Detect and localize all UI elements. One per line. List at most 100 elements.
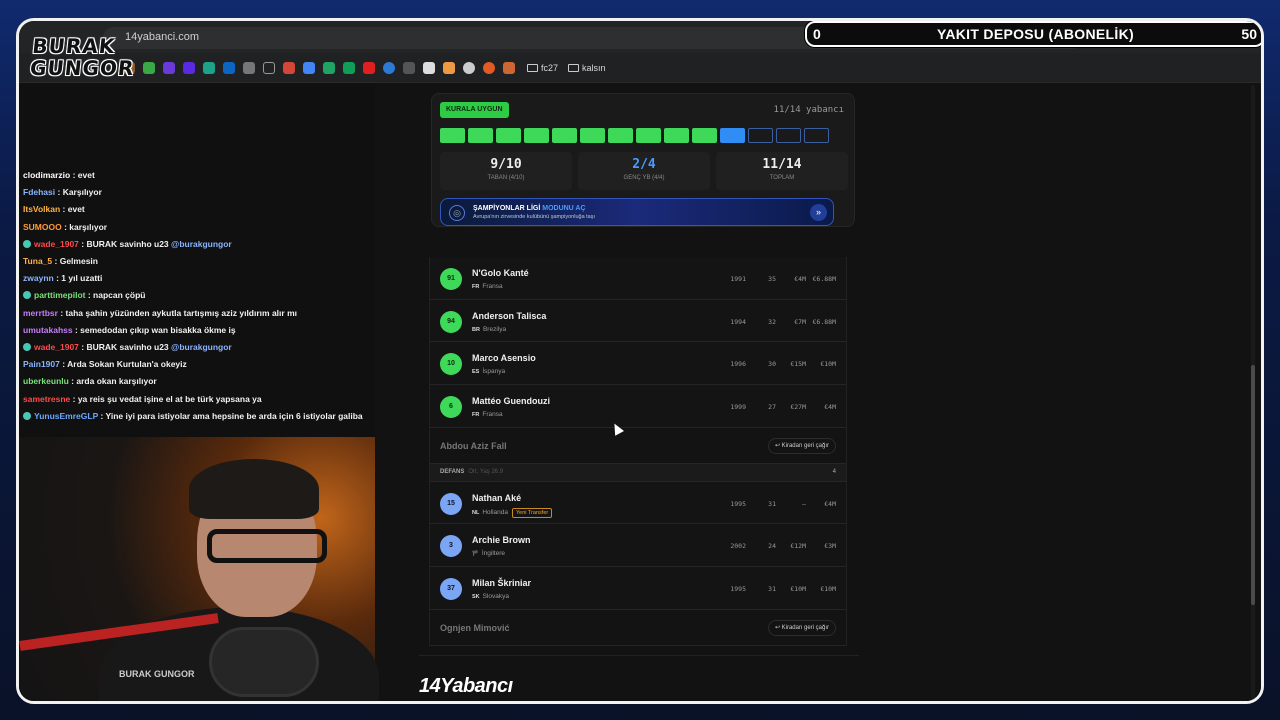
player-name[interactable]: Milan Škriniar <box>472 578 531 588</box>
chat-username[interactable]: sametresne <box>23 394 70 404</box>
chat-message: Tuna_5 : Gelmesin <box>23 256 98 267</box>
player-name[interactable]: Nathan Aké <box>472 493 521 503</box>
player-nationality: ES İspanya <box>472 368 506 376</box>
player-row[interactable]: 6 Mattéo Guendouzi FR Fransa 1999 27 €27M €4M <box>430 385 846 428</box>
chat-overlay: clodimarzio : evet Fdehasi : Karşılıyor It… <box>23 167 375 425</box>
chat-message: parttimepilot : napcan çöpü <box>23 287 375 304</box>
chat-username[interactable]: umutakahss <box>23 325 73 335</box>
chat-username[interactable]: uberkeunlu <box>23 376 69 386</box>
player-stats: 1996 30 €15M €10M <box>730 360 836 369</box>
player-name[interactable]: N'Golo Kanté <box>472 268 529 278</box>
bookmarks-bar: fc27 kalsın <box>19 53 1261 83</box>
chat-username[interactable]: zwaynn <box>23 273 54 283</box>
chat-mention[interactable]: @burakgungor <box>171 239 232 249</box>
chat-message: Fdehasi : Karşılıyor <box>23 187 102 198</box>
chat-text: Karşılıyor <box>62 187 102 198</box>
chat-text: karşılıyor <box>69 221 108 232</box>
stat-base: 9/10 TABAN (4/10) <box>440 152 572 190</box>
bookmark-icon[interactable] <box>363 61 375 74</box>
chat-username[interactable]: clodimarzio <box>23 170 70 180</box>
player-stats: 1999 27 €27M €4M <box>730 403 836 412</box>
bookmark-icon[interactable] <box>503 61 515 74</box>
microphone <box>209 627 319 697</box>
stats-row: 9/10 TABAN (4/10) 2/4 GENÇ YB (4/4) 11/1… <box>440 152 848 190</box>
globe-icon[interactable] <box>383 61 395 74</box>
chat-text: evet <box>77 170 95 180</box>
player-nationality: BR Brezilya <box>472 325 507 333</box>
chat-username[interactable]: merrtbsr <box>23 308 58 318</box>
bookmark-icon[interactable] <box>183 61 195 74</box>
bookmark-icon[interactable] <box>163 61 175 74</box>
docs-icon[interactable] <box>303 61 315 74</box>
chat-message: wade_1907 : BURAK savinho u23 @burakgung… <box>23 339 375 356</box>
player-name[interactable]: Anderson Talisca <box>472 311 546 321</box>
chat-message: clodimarzio : evet <box>23 170 95 180</box>
loaned-player-name: Ognjen Mimović <box>440 622 510 633</box>
chat-message: Pain1907 : Arda Sokan Kurtulan'a okeyiz <box>23 359 187 370</box>
squad-rules-panel: KURALA UYGUN 11/14 yabancı 9/10 TABAN (4… <box>431 93 855 227</box>
chat-username[interactable]: wade_1907 <box>34 342 79 352</box>
gmail-icon[interactable] <box>283 61 295 74</box>
chat-message: YunusEmreGLP : Yine iyi para istiyolar a… <box>23 408 375 425</box>
bookmark-folder-kalsin[interactable]: kalsın <box>568 63 606 73</box>
player-stats: 2002 24 €12M €3M <box>730 542 836 551</box>
player-row[interactable]: 10 Marco Asensio ES İspanya 1996 30 €15M €10M <box>430 342 846 386</box>
player-row[interactable]: 91 N'Golo Kanté FR Fransa 1991 35 €4M €6.88M <box>430 257 846 300</box>
sheets-icon[interactable] <box>343 61 355 74</box>
linkedin-icon[interactable] <box>223 61 235 74</box>
chat-username[interactable]: YunusEmreGLP <box>34 411 98 421</box>
stat-total: 11/14 TOPLAM <box>716 152 848 190</box>
player-name[interactable]: Marco Asensio <box>472 353 536 363</box>
chat-username[interactable]: Pain1907 <box>23 359 60 369</box>
badge-icon <box>23 239 31 248</box>
foreigner-slot <box>748 128 773 143</box>
chat-text: napcan çöpü <box>93 290 146 301</box>
bookmark-icon[interactable] <box>263 61 275 74</box>
scrollbar-thumb[interactable] <box>1251 365 1255 605</box>
hud-left-value: 0 <box>813 26 821 42</box>
recall-loan-button[interactable]: ↩ Kiradan geri çağır <box>767 437 836 454</box>
chat-username[interactable]: wade_1907 <box>34 239 79 249</box>
loaned-player-row: Abdou Aziz Fall ↩ Kiradan geri çağır <box>430 427 846 464</box>
foreigner-slot <box>720 128 745 143</box>
chat-username[interactable]: parttimepilot <box>34 290 85 300</box>
bookmark-folder-fc27[interactable]: fc27 <box>527 63 558 73</box>
bookmark-icon[interactable] <box>143 61 155 74</box>
drive-icon[interactable] <box>323 61 335 74</box>
bookmark-icon[interactable] <box>243 61 255 74</box>
shirt-number: 94 <box>440 310 462 333</box>
recall-loan-button[interactable]: ↩ Kiradan geri çağır <box>767 619 836 636</box>
chat-username[interactable]: Tuna_5 <box>23 256 52 266</box>
player-name[interactable]: Mattéo Guendouzi <box>472 396 550 406</box>
player-row[interactable]: 15 Nathan Aké NL Hollanda Yeni Transfer 1995 3… <box>430 481 846 525</box>
stat-young: 2/4 GENÇ YB (4/4) <box>578 152 710 190</box>
chat-message: sametresne : ya reis şu vedat işine el a… <box>23 393 262 404</box>
foreigner-slot <box>636 128 661 143</box>
badge-icon <box>23 291 31 300</box>
chat-username[interactable]: Fdehasi <box>23 187 55 197</box>
scrollbar[interactable] <box>1251 85 1255 701</box>
foreigner-slot <box>580 128 605 143</box>
bookmark-icon[interactable] <box>203 61 215 74</box>
champions-league-button[interactable]: ◎ ŞAMPİYONLAR LİGİ MODUNU AÇ Avrupa'nın … <box>440 198 834 226</box>
player-row[interactable]: 37 Milan Škriniar SK Slovakya 1995 31 €10M €10M <box>430 567 846 610</box>
chat-username[interactable]: ItsVolkan <box>23 204 60 214</box>
bookmark-icon[interactable] <box>443 61 455 74</box>
bookmark-icon[interactable] <box>403 61 415 74</box>
bookmark-icon[interactable] <box>463 61 475 74</box>
bookmark-icon[interactable] <box>423 61 435 74</box>
target-icon: ◎ <box>449 205 465 221</box>
player-stats: 1994 32 €7M €6.88M <box>730 317 836 326</box>
chat-mention[interactable]: @burakgungor <box>171 342 232 352</box>
player-row[interactable]: 94 Anderson Talisca BR Brezilya 1994 32 €7M €6.… <box>430 299 846 343</box>
chat-text: Yine iyi para istiyolar ama hepsine be a… <box>105 410 363 421</box>
bookmark-icon[interactable] <box>483 61 495 74</box>
chat-text: Gelmesin <box>59 256 98 267</box>
player-row[interactable]: 3 Archie Brown 🏴 İngiltere 2002 24 €12M €3M <box>430 524 846 568</box>
page-content: clodimarzio : evet Fdehasi : Karşılıyor It… <box>19 83 1261 701</box>
player-list: 91 N'Golo Kanté FR Fransa 1991 35 €4M €6.88M 94 A… <box>429 257 847 646</box>
chat-username[interactable]: SUMOOO <box>23 222 62 232</box>
player-name[interactable]: Archie Brown <box>472 535 531 545</box>
hud-right-value: 50 <box>1241 26 1257 42</box>
folder-icon <box>568 63 580 72</box>
